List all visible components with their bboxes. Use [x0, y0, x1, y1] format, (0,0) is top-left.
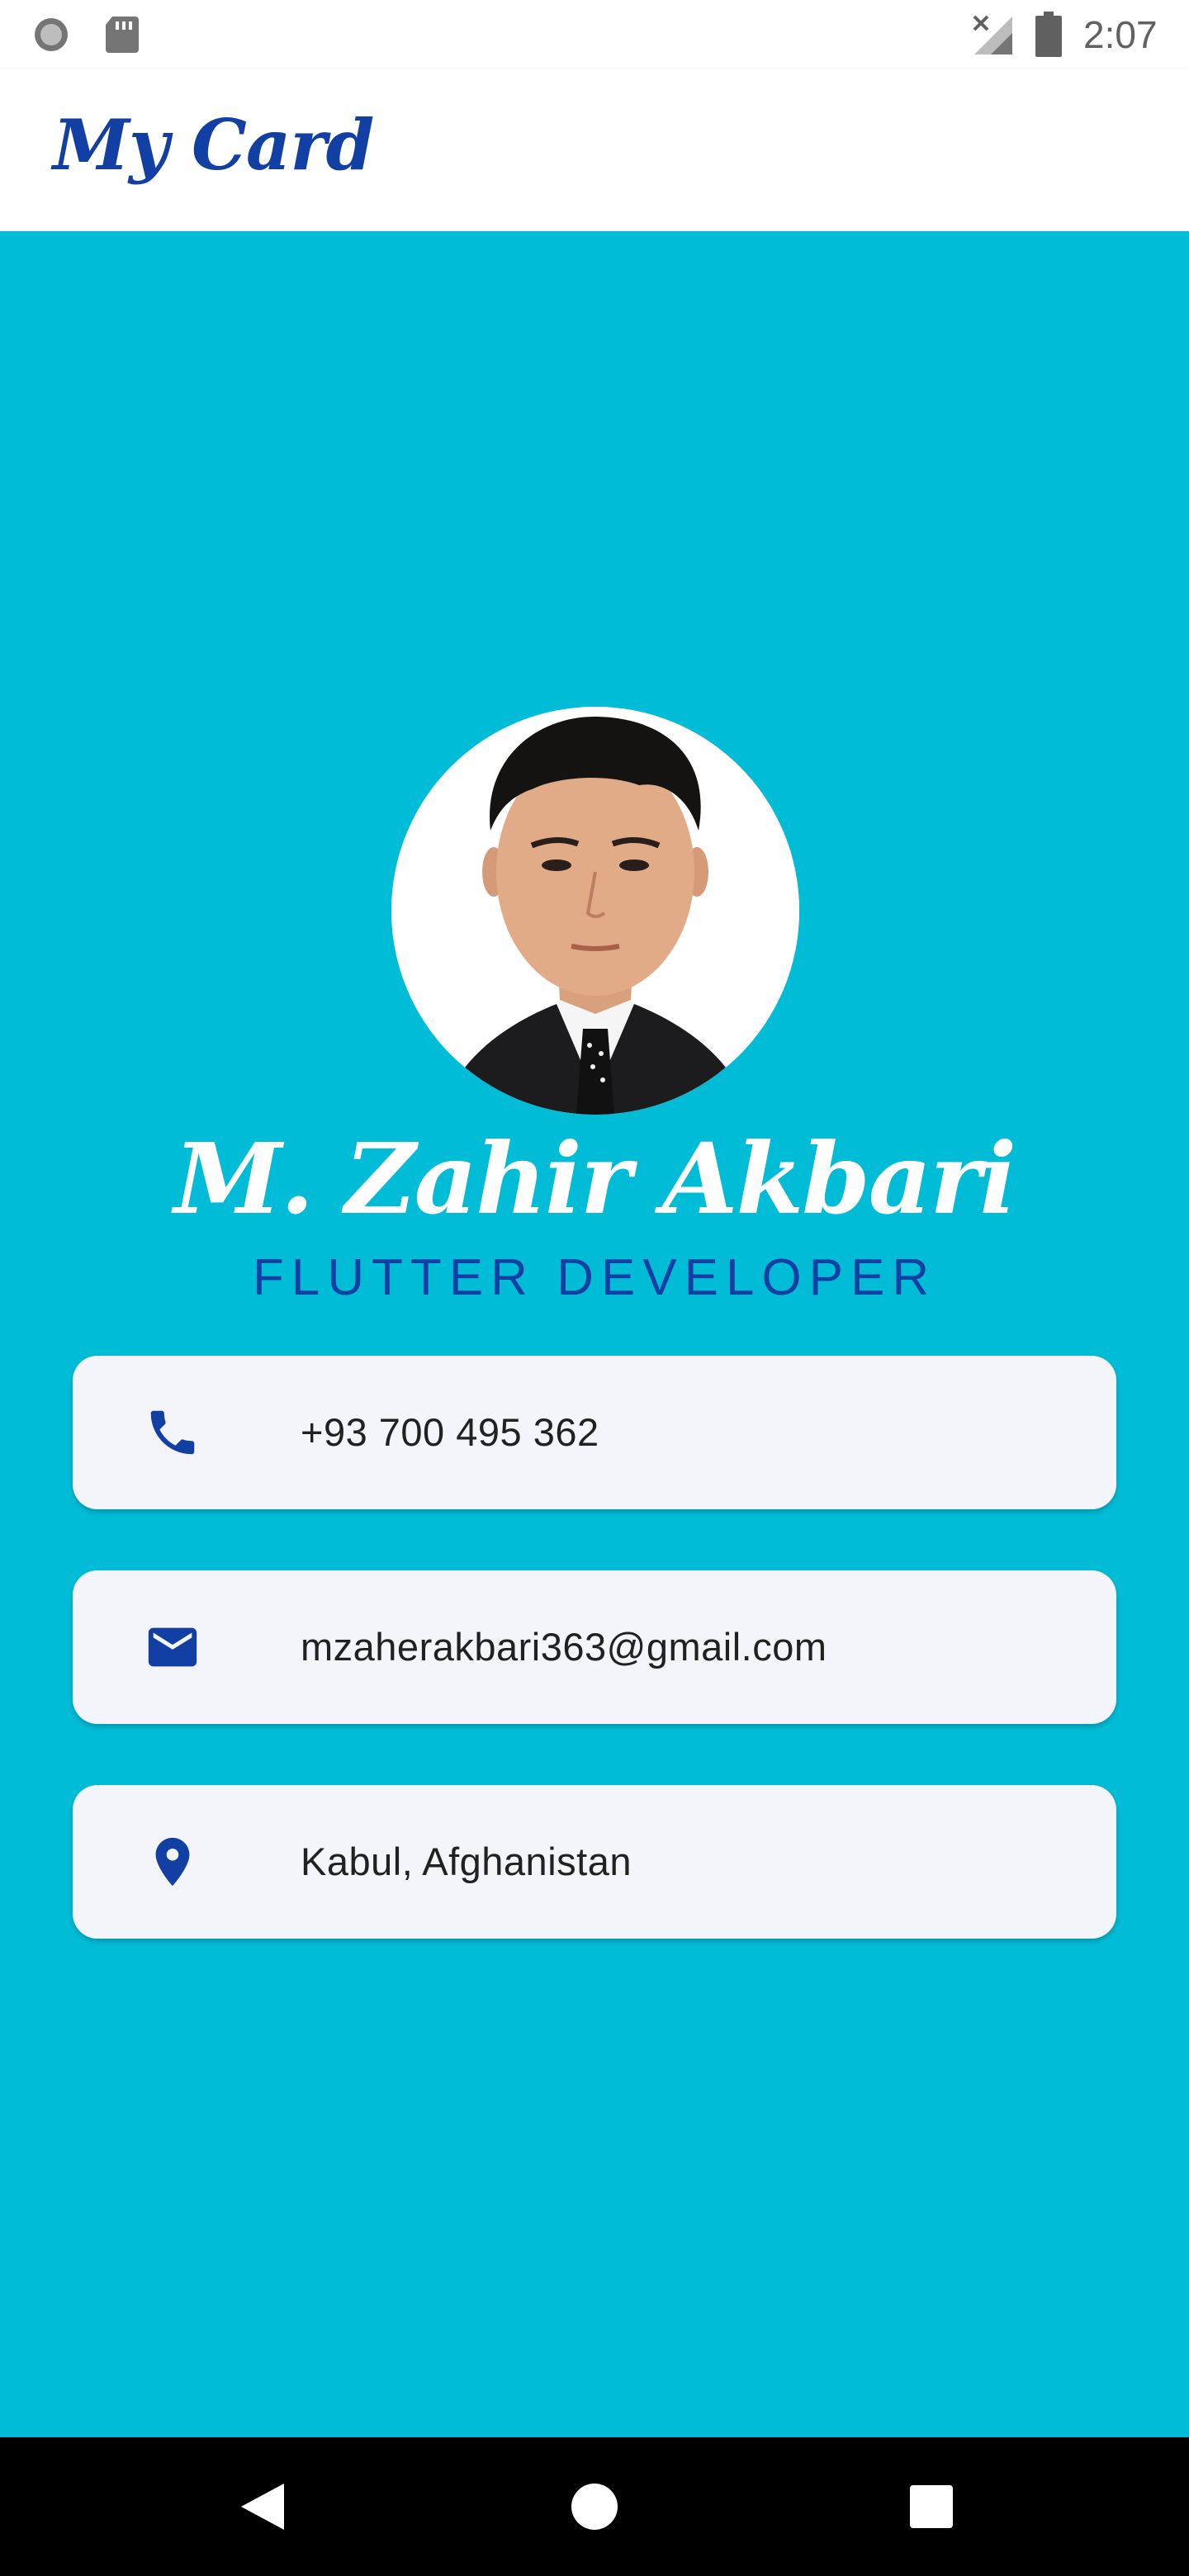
profile-photo	[391, 707, 799, 1115]
home-icon[interactable]	[570, 2482, 619, 2531]
phone-number: +93 700 495 362	[301, 1410, 599, 1454]
person-title: FLUTTER DEVELOPER	[252, 1249, 937, 1306]
location-pin-icon	[155, 1837, 190, 1887]
status-bar: 2:07	[0, 0, 1189, 69]
contact-card-email[interactable]: mzaherakbari363@gmail.com	[73, 1570, 1116, 1724]
contact-card-phone[interactable]: +93 700 495 362	[73, 1356, 1116, 1509]
email-icon	[148, 1627, 197, 1667]
email-address: mzaherakbari363@gmail.com	[301, 1625, 827, 1669]
signal-off-icon	[973, 15, 1012, 54]
profile-avatar	[391, 707, 799, 1115]
person-name: M. Zahir Akbari	[173, 1121, 1017, 1236]
navigation-bar	[0, 2437, 1189, 2576]
card-content: M. Zahir Akbari FLUTTER DEVELOPER +93 70…	[0, 231, 1189, 2437]
back-icon[interactable]	[238, 2480, 287, 2533]
battery-icon	[1035, 12, 1062, 57]
app-title: My Card	[53, 104, 374, 186]
location-text: Kabul, Afghanistan	[301, 1840, 632, 1883]
contact-card-location[interactable]: Kabul, Afghanistan	[73, 1785, 1116, 1939]
app-bar: My Card	[0, 69, 1189, 231]
recents-icon[interactable]	[908, 2484, 955, 2530]
sd-card-icon	[106, 17, 139, 53]
phone-icon	[150, 1410, 195, 1455]
status-time: 2:07	[1083, 13, 1158, 56]
record-icon	[35, 18, 68, 51]
